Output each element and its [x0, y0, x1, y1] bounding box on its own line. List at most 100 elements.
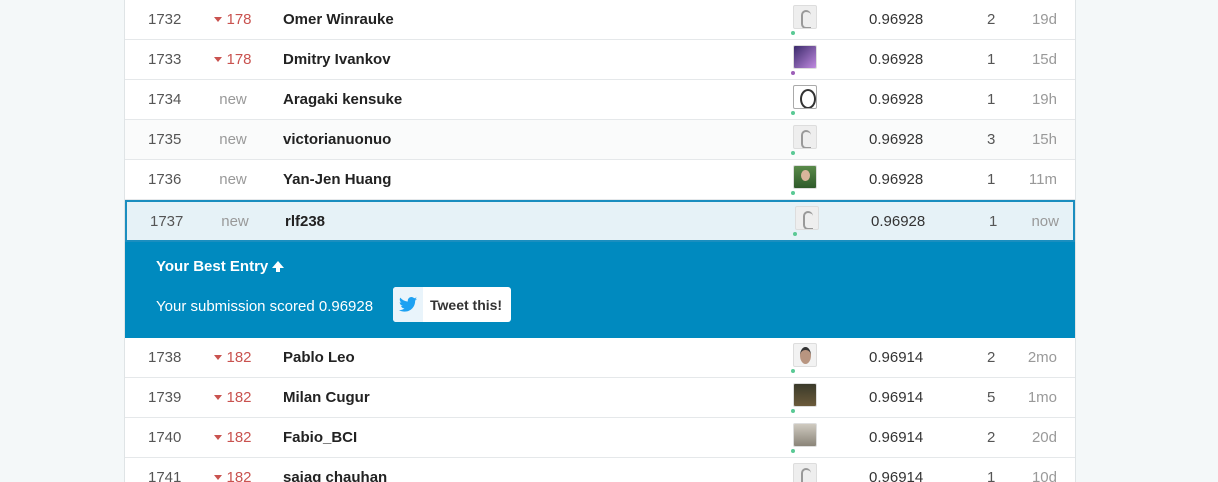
- team-name[interactable]: rlf238: [285, 202, 325, 240]
- tier-dot: [791, 110, 795, 115]
- photo-avatar[interactable]: [793, 164, 817, 189]
- entries: 1: [989, 212, 998, 230]
- score: 0.96928: [869, 131, 924, 148]
- table-row[interactable]: 1741 182 sajag chauhan 0.96914 1 10d: [125, 458, 1075, 482]
- entries: 2: [987, 429, 996, 446]
- sketch-avatar[interactable]: [793, 84, 817, 109]
- rank: 1735: [148, 131, 182, 148]
- team-name[interactable]: Pablo Leo: [283, 338, 355, 377]
- arrow-up-icon: [272, 261, 285, 272]
- rank-change: new: [219, 91, 247, 108]
- photo-avatar[interactable]: [793, 422, 817, 447]
- table-row[interactable]: 1736 new Yan-Jen Huang 0.96928 1 11m: [125, 160, 1075, 200]
- rank-change: 182: [213, 458, 253, 482]
- entries: 2: [987, 349, 996, 366]
- team-members[interactable]: [791, 378, 819, 417]
- caret-down-icon: [214, 475, 223, 480]
- team-name[interactable]: Fabio_BCI: [283, 418, 357, 457]
- entries: 1: [987, 469, 996, 482]
- tweet-label: Tweet this!: [430, 296, 503, 313]
- entries: 3: [987, 131, 996, 148]
- rank-change: 182: [213, 418, 253, 457]
- table-row[interactable]: 1740 182 Fabio_BCI 0.96914 2 20d: [125, 418, 1075, 458]
- score: 0.96928: [869, 171, 924, 188]
- table-row[interactable]: 1739 182 Milan Cugur 0.96914 5 1mo: [125, 378, 1075, 418]
- team-name[interactable]: Dmitry Ivankov: [283, 40, 391, 79]
- last-submission: 19h: [1031, 91, 1057, 108]
- tweet-button[interactable]: Tweet this!: [393, 287, 511, 322]
- table-row[interactable]: 1732 178 Omer Winrauke 0.96928 2 19d: [125, 0, 1075, 40]
- submission-score-text: Your submission scored 0.96928: [156, 298, 374, 315]
- team-members[interactable]: [793, 202, 821, 240]
- goose-avatar[interactable]: [793, 4, 817, 29]
- rank: 1740: [148, 429, 182, 446]
- last-submission: 1mo: [1027, 389, 1057, 406]
- score: 0.96914: [869, 469, 924, 482]
- team-name[interactable]: Omer Winrauke: [283, 0, 394, 39]
- goose-avatar[interactable]: [795, 206, 819, 230]
- my-team-row[interactable]: 1737 new rlf238 0.96928 1 now: [125, 200, 1075, 242]
- goose-avatar[interactable]: [793, 462, 817, 482]
- team-name[interactable]: Milan Cugur: [283, 378, 370, 417]
- last-submission: 11m: [1028, 171, 1057, 188]
- photo-avatar[interactable]: [793, 342, 817, 367]
- photo-avatar[interactable]: [793, 382, 817, 407]
- table-row[interactable]: 1733 178 Dmitry Ivankov 0.96928 1 15d: [125, 40, 1075, 80]
- rank-change: 178: [213, 0, 253, 39]
- team-name[interactable]: Yan-Jen Huang: [283, 160, 391, 199]
- tier-dot: [791, 408, 795, 413]
- tier-dot: [791, 368, 795, 373]
- rank-change: new: [221, 212, 249, 230]
- team-name[interactable]: victorianuonuo: [283, 120, 391, 159]
- entries: 1: [987, 51, 996, 68]
- best-entry-banner: Your Best Entry Your submission scored 0…: [125, 242, 1075, 338]
- tier-dot: [791, 190, 795, 195]
- table-row[interactable]: 1738 182 Pablo Leo 0.96914 2 2mo: [125, 338, 1075, 378]
- last-submission: 19d: [1031, 11, 1057, 28]
- rank-change: 182: [213, 378, 253, 417]
- rank-change: 182: [213, 338, 253, 377]
- score: 0.96914: [869, 429, 924, 446]
- rank-change: new: [219, 131, 247, 148]
- team-name[interactable]: Aragaki kensuke: [283, 80, 402, 119]
- tier-dot: [791, 30, 795, 35]
- score: 0.96928: [869, 51, 924, 68]
- caret-down-icon: [214, 435, 223, 440]
- team-members[interactable]: [791, 120, 819, 159]
- rank: 1732: [148, 11, 182, 28]
- entries: 5: [987, 389, 996, 406]
- last-submission: now: [1031, 212, 1059, 230]
- caret-down-icon: [214, 57, 223, 62]
- rank: 1736: [148, 171, 182, 188]
- entries: 1: [987, 91, 996, 108]
- team-members[interactable]: [791, 458, 819, 482]
- last-submission: 15d: [1031, 51, 1057, 68]
- rank: 1734: [148, 91, 182, 108]
- last-submission: 10d: [1031, 469, 1057, 482]
- tier-dot: [791, 150, 795, 155]
- goose-avatar[interactable]: [793, 124, 817, 149]
- rank-change: 178: [213, 40, 253, 79]
- tier-dot: [793, 232, 797, 236]
- team-members[interactable]: [791, 0, 819, 39]
- entries: 2: [987, 11, 996, 28]
- last-submission: 15h: [1031, 131, 1057, 148]
- team-members[interactable]: [791, 338, 819, 377]
- rank: 1733: [148, 51, 182, 68]
- team-name[interactable]: sajag chauhan: [283, 458, 387, 482]
- team-members[interactable]: [791, 40, 819, 79]
- rank: 1739: [148, 389, 182, 406]
- team-members[interactable]: [791, 160, 819, 199]
- leaderboard: 1732 178 Omer Winrauke 0.96928 2 19d 173…: [124, 0, 1076, 482]
- rank: 1737: [150, 212, 184, 230]
- last-submission: 2mo: [1027, 349, 1057, 366]
- team-members[interactable]: [791, 80, 819, 119]
- purple-avatar[interactable]: [793, 44, 817, 69]
- table-row[interactable]: 1734 new Aragaki kensuke 0.96928 1 19h: [125, 80, 1075, 120]
- twitter-icon: [393, 287, 423, 322]
- entries: 1: [987, 171, 996, 188]
- table-row[interactable]: 1735 new victorianuonuo 0.96928 3 15h: [125, 120, 1075, 160]
- caret-down-icon: [214, 395, 223, 400]
- caret-down-icon: [214, 17, 223, 22]
- team-members[interactable]: [791, 418, 819, 457]
